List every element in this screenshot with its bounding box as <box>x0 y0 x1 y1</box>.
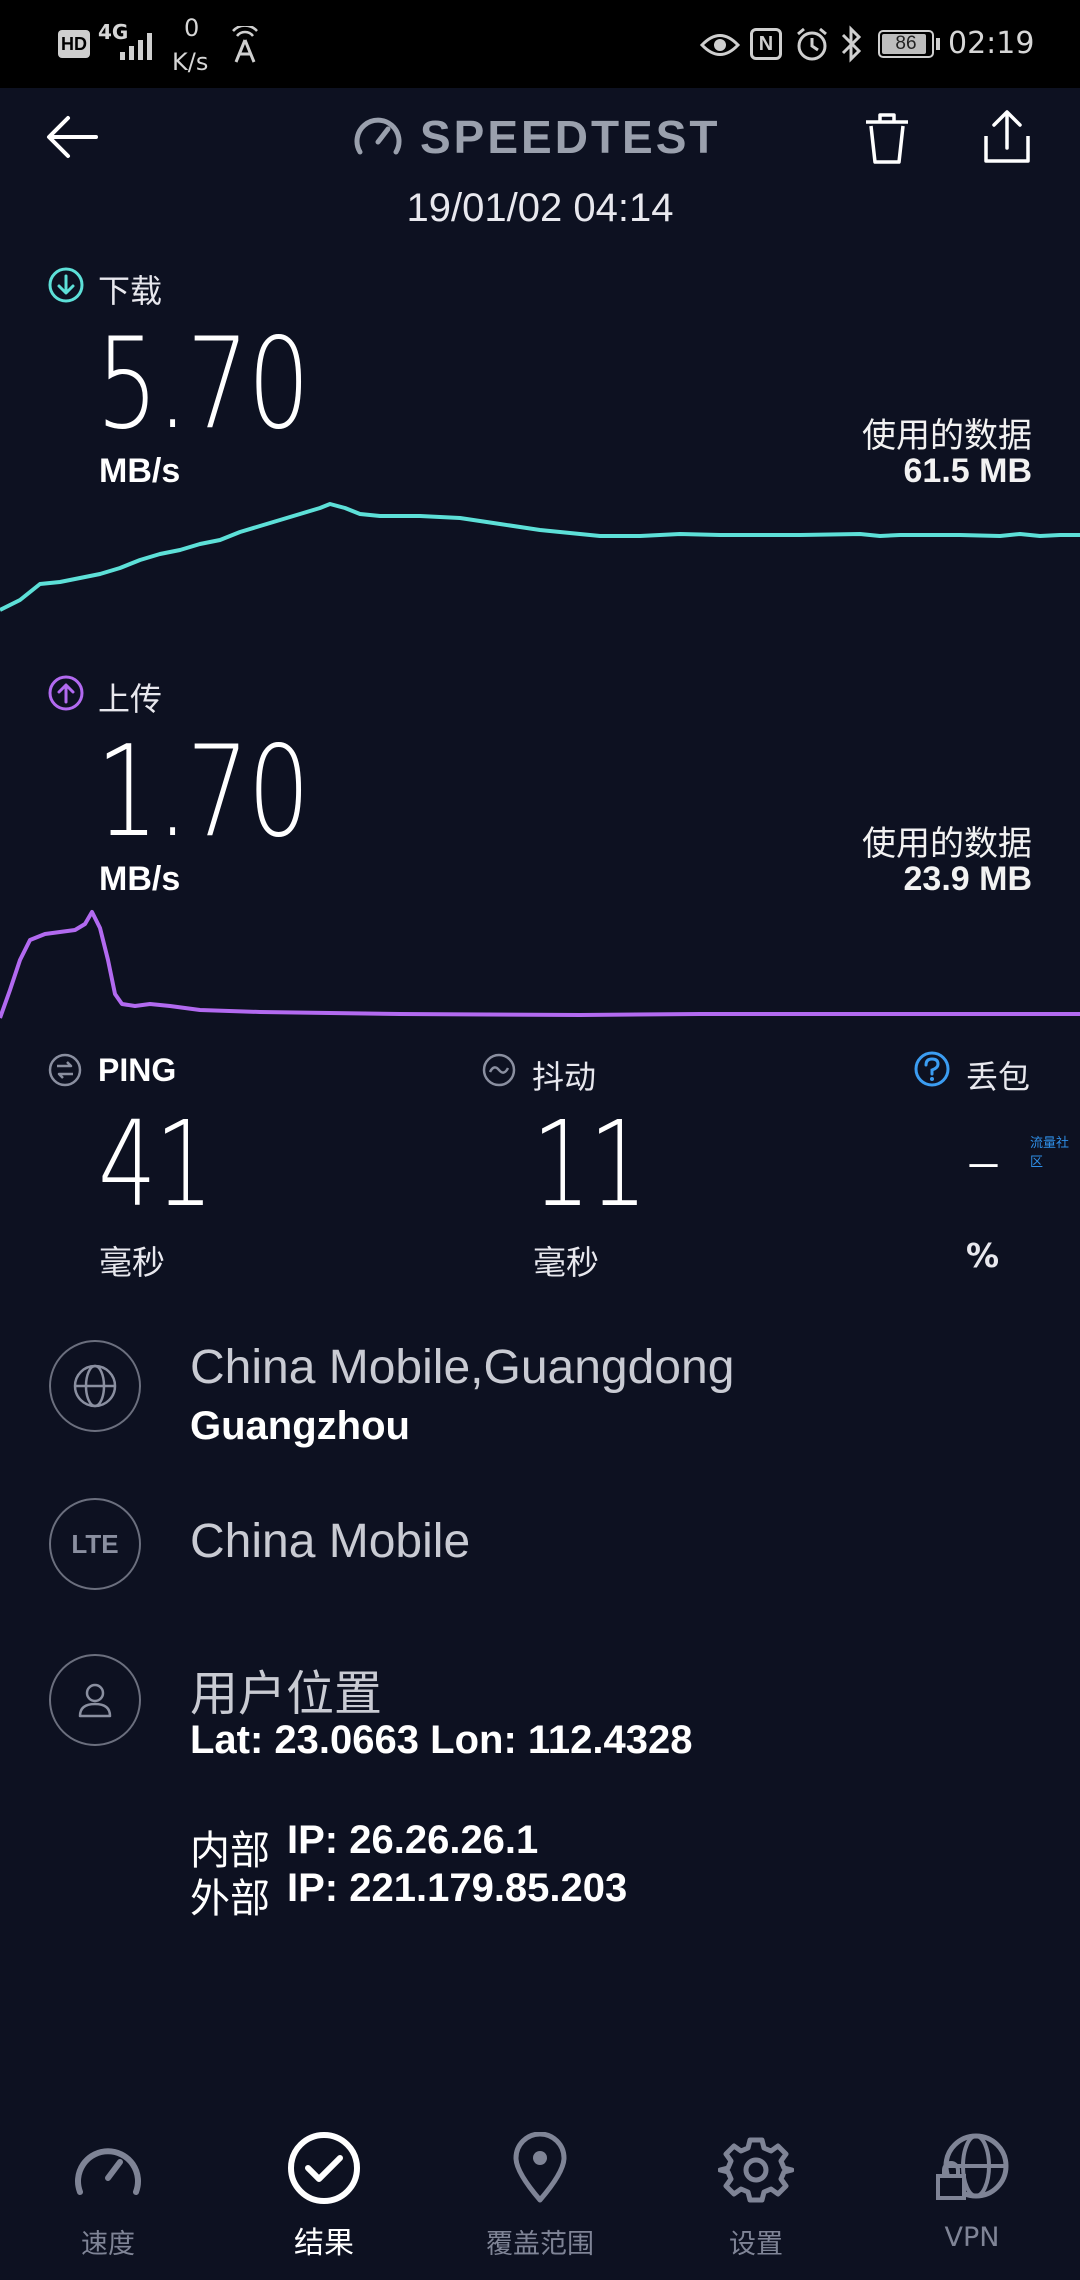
battery-icon: 86 <box>878 30 934 58</box>
internal-ip: IP: 26.26.26.1 <box>287 1818 539 1862</box>
share-icon[interactable] <box>980 108 1034 166</box>
globe-icon <box>73 1364 117 1408</box>
battery-tip <box>936 38 940 50</box>
upload-data-used-value: 23.9 MB <box>903 860 1033 898</box>
net-speed-unit: K/s <box>172 48 209 76</box>
back-arrow-icon[interactable] <box>44 112 100 162</box>
download-data-used-label: 使用的数据 <box>862 417 1032 455</box>
bottom-nav: 速度 结果 覆盖范围 设置 VPN <box>0 2110 1080 2280</box>
upload-speed-value: 1.70 <box>96 718 310 865</box>
jitter-unit: 毫秒 <box>533 1243 599 1282</box>
nav-item-coverage[interactable]: 覆盖范围 <box>440 2110 640 2280</box>
nav-item-vpn[interactable]: VPN <box>872 2110 1072 2280</box>
user-location-label: 用户位置 <box>190 1668 383 1721</box>
nav-label-coverage: 覆盖范围 <box>486 2229 594 2260</box>
battery-level: 86 <box>895 33 917 54</box>
eye-icon <box>700 34 740 56</box>
nav-item-results[interactable]: 结果 <box>224 2110 424 2280</box>
user-icon <box>78 1683 112 1718</box>
upload-speed-unit: MB/s <box>99 860 181 898</box>
ping-value: 41 <box>98 1095 214 1233</box>
packet-loss-value: – <box>966 1120 1001 1202</box>
nav-item-settings[interactable]: 设置 <box>656 2110 856 2280</box>
download-speed-graph <box>0 502 1080 612</box>
speedometer-icon <box>75 2148 141 2195</box>
ping-icon <box>48 1053 82 1087</box>
app-title: SPEEDTEST <box>420 111 721 163</box>
download-label: 下载 <box>98 272 163 310</box>
ping-unit: 毫秒 <box>99 1243 165 1282</box>
upload-data-used-label: 使用的数据 <box>862 825 1032 863</box>
status-bar: HD 4G 0 K/s N 86 02:19 <box>0 0 1080 88</box>
net-speed-value: 0 <box>184 14 200 42</box>
globe-icon-circle <box>49 1340 141 1432</box>
lte-badge-circle: LTE <box>49 1498 141 1590</box>
nav-item-speed[interactable]: 速度 <box>8 2110 208 2280</box>
hd-icon: HD <box>58 30 90 58</box>
nav-label-results: 结果 <box>294 2226 354 2261</box>
upload-speed-graph <box>0 910 1080 1019</box>
download-icon <box>48 267 84 303</box>
ping-label: PING <box>98 1052 177 1088</box>
alarm-icon <box>797 27 827 61</box>
packet-loss-label: 丢包 <box>966 1058 1031 1096</box>
check-circle-icon <box>288 2132 360 2204</box>
map-pin-icon <box>513 2132 567 2203</box>
external-ip-label: 外部 <box>190 1877 270 1921</box>
upload-label: 上传 <box>98 680 163 718</box>
upload-icon <box>48 675 84 711</box>
test-datetime: 19/01/02 04:14 <box>406 186 674 230</box>
clock: 02:19 <box>948 26 1035 61</box>
hotspot-icon <box>232 26 258 63</box>
help-icon[interactable] <box>913 1050 951 1088</box>
user-icon-circle <box>49 1654 141 1746</box>
jitter-value: 11 <box>532 1095 648 1233</box>
packet-loss-unit: % <box>966 1236 1000 1275</box>
download-speed-value: 5.70 <box>96 310 310 457</box>
isp-location: China Mobile,Guangdong <box>190 1341 735 1394</box>
trash-icon[interactable] <box>862 110 912 166</box>
carrier-name: China Mobile <box>190 1515 471 1568</box>
nav-label-vpn: VPN <box>944 2222 1000 2253</box>
bluetooth-icon <box>841 25 862 63</box>
server-city: Guangzhou <box>190 1404 410 1448</box>
lte-badge: LTE <box>71 1528 119 1559</box>
user-coordinates: Lat: 23.0663 Lon: 112.4328 <box>190 1718 693 1762</box>
watermark-text: 流量社区 <box>1030 1136 1070 1170</box>
gear-icon <box>718 2137 794 2203</box>
signal-icon <box>120 33 152 60</box>
external-ip: IP: 221.179.85.203 <box>287 1866 628 1910</box>
jitter-label: 抖动 <box>532 1058 597 1096</box>
speedtest-logo-icon <box>354 117 402 155</box>
nav-label-speed: 速度 <box>81 2229 135 2260</box>
nfc-icon: N <box>750 28 782 60</box>
vpn-globe-lock-icon <box>936 2133 1009 2200</box>
nav-label-settings: 设置 <box>729 2229 783 2260</box>
jitter-icon <box>482 1053 516 1087</box>
